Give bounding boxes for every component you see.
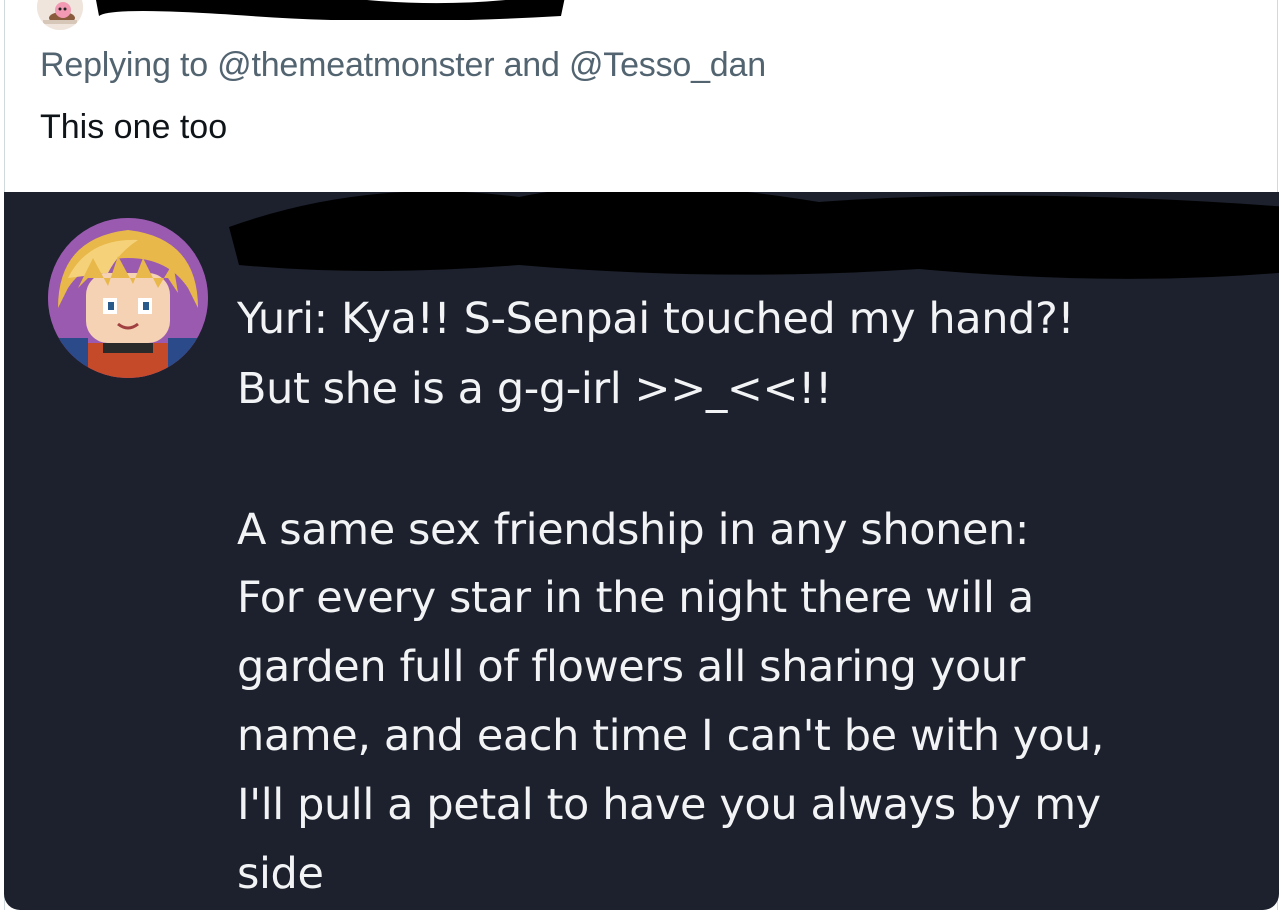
quote-line-5: garden full of flowers all sharing your — [237, 642, 1025, 692]
quote-line-4: For every star in the night there will a — [237, 573, 1034, 623]
author-avatar-icon[interactable] — [37, 0, 83, 30]
tweet-media-image[interactable]: Yuri: Kya!! S-Senpai touched my hand?! B… — [4, 192, 1279, 910]
mention-link-themeatmonster[interactable]: @themeatmonster — [217, 46, 494, 84]
redacted-author-name — [96, 0, 565, 20]
redacted-quoted-name — [229, 192, 1279, 279]
quote-line-1: Yuri: Kya!! S-Senpai touched my hand?! — [237, 294, 1075, 344]
quote-line-7: I'll pull a petal to have you always by … — [237, 780, 1101, 830]
mention-link-tesso-dan[interactable]: @Tesso_dan — [569, 46, 766, 84]
tweet-text: This one too — [40, 108, 228, 146]
quote-line-6: name, and each time I can't be with you, — [237, 711, 1104, 761]
reply-prefix: Replying to — [40, 46, 218, 84]
reply-context: Replying to @themeatmonster and @Tesso_d… — [40, 46, 766, 85]
quote-line-3: A same sex friendship in any shonen: — [237, 505, 1029, 555]
quote-line-2: But she is a g-g-irl >>_<<!! — [237, 364, 832, 414]
quoted-avatar-icon — [48, 218, 208, 378]
quote-line-8: side — [237, 849, 324, 899]
reply-joiner: and — [494, 46, 569, 84]
